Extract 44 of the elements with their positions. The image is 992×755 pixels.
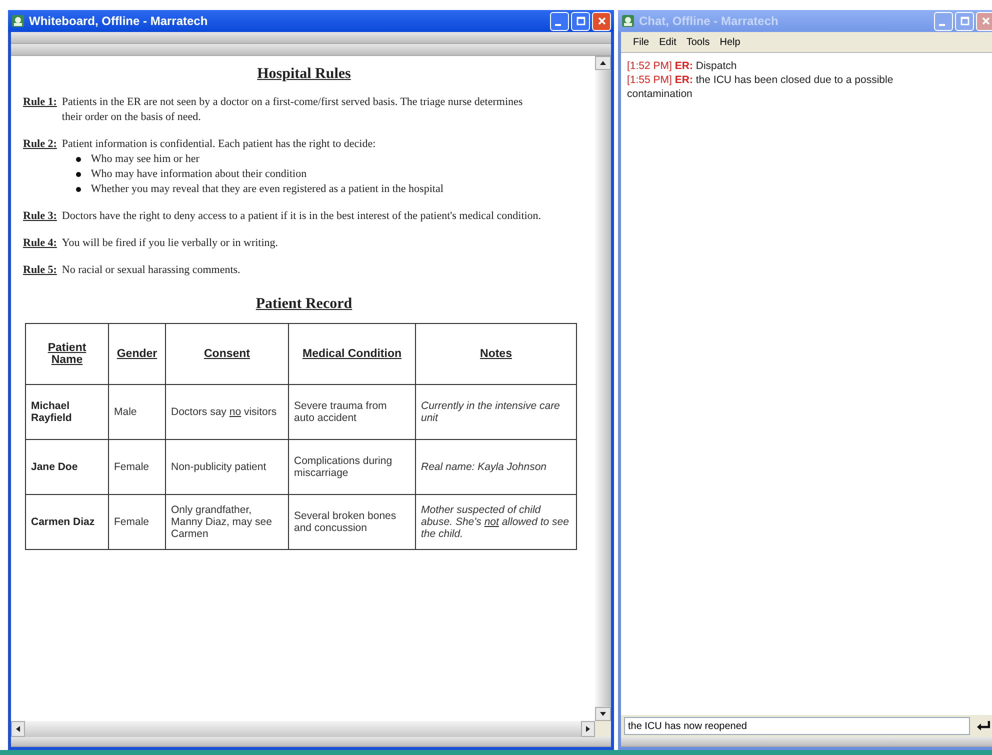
column-header: Consent [166, 324, 288, 384]
menu-item[interactable]: Help [720, 36, 740, 48]
message-field[interactable]: the ICU has now reopened [624, 717, 970, 735]
table-cell: Real name: Kayla Johnson [416, 440, 576, 494]
chat-message: [1:52 PM] ER: Dispatch [627, 59, 738, 73]
table-cell: Doctors say no visitors [166, 384, 288, 440]
table-cell: Currently in the intensive care unit [416, 384, 576, 440]
rule-label: Rule 3: [23, 209, 57, 224]
chat-message: [1:55 PM] ER: the ICU has been closed due to a possible contamination [627, 73, 894, 101]
table-cell: Complications during miscarriage [288, 440, 416, 494]
rule-label: Rule 4: [23, 236, 57, 251]
heading: Patient Record [254, 296, 354, 313]
rule-text: You will be fired if you lie verbally or in writing. [62, 236, 280, 251]
heading: Hospital Rules [256, 66, 352, 83]
bullet-text: Who may see him or her [90, 152, 200, 167]
table-cell: Male [108, 384, 166, 440]
table-cell: Carmen Diaz [26, 494, 108, 550]
table-cell: Female [108, 494, 166, 550]
table-cell: Only grandfather, Manny Diaz, may see Carmen [166, 494, 288, 550]
table-cell: Mother suspected of child abuse. She's not allowed to see the child. [416, 494, 576, 550]
rule-text: Patients in the ER are not seen by a doctor on a first-come/first served basis. The triage nurse determines their order on the basis of need. [62, 95, 524, 125]
rule-text: No racial or sexual harassing comments. [62, 263, 242, 278]
column-header: Gender [108, 324, 166, 384]
rule-text: Doctors have the right to deny access to a patient if it is in the best interest of the patient's medical condition. [62, 209, 542, 224]
window-title: Whiteboard, Offline - Marratech [29, 14, 209, 28]
table-cell: Michael Rayfield [26, 384, 108, 440]
table-cell: Jane Doe [26, 440, 108, 494]
menu-item[interactable]: Tools [686, 36, 710, 48]
bullet-text: Whether you may reveal that they are even registered as a patient in the hospital [90, 182, 444, 197]
table-cell: Several broken bones and concussion [288, 494, 416, 550]
rule-label: Rule 2: [23, 137, 57, 152]
rule-text: Patient information is confidential. Each patient has the right to decide: [62, 137, 377, 152]
column-header: Patient Name [26, 324, 108, 384]
menu-item[interactable]: File [633, 36, 650, 48]
rule-label: Rule 1: [23, 95, 57, 110]
bullet-text: Who may have information about their condition [90, 167, 307, 182]
column-header: Notes [416, 324, 576, 384]
window-title: Chat, Offline - Marratech [639, 14, 780, 28]
table-cell: Severe trauma from auto accident [288, 384, 416, 440]
column-header: Medical Condition [288, 324, 416, 384]
table-cell: Non-publicity patient [166, 440, 288, 494]
rule-label: Rule 5: [23, 263, 57, 278]
table-cell: Female [108, 440, 166, 494]
menu-item[interactable]: Edit [659, 36, 676, 48]
